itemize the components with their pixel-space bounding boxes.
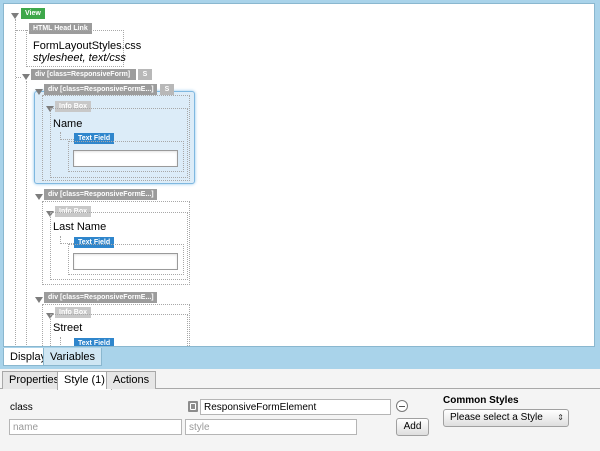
view-tag[interactable]: View [21, 8, 45, 19]
binding-icon[interactable] [188, 401, 198, 412]
style-value-input[interactable] [185, 419, 357, 435]
properties-panel: Properties Style (1) Actions class Add C… [0, 369, 600, 451]
common-styles-value: Please select a Style [450, 412, 543, 423]
element-div-tag[interactable]: div [class=ResponsiveFormE...] [44, 84, 157, 95]
tree-line [60, 337, 61, 345]
panel-tab-bar: Properties Style (1) Actions [0, 371, 600, 390]
collapse-triangle-icon[interactable] [22, 74, 30, 80]
field-label: Name [53, 118, 83, 130]
tree-line [60, 236, 61, 244]
tree-line [60, 132, 61, 140]
tree-line [60, 139, 74, 140]
tab-style[interactable]: Style (1) [57, 371, 112, 390]
collapse-triangle-icon[interactable] [35, 297, 43, 303]
class-value-field[interactable] [200, 399, 391, 415]
field-label: Street [53, 322, 83, 334]
name-text-field[interactable] [73, 150, 178, 167]
text-field-tag[interactable]: Text Field [74, 338, 115, 346]
common-styles-select[interactable]: Please select a Style ⇕ [443, 409, 569, 427]
element-div-tag[interactable]: div [class=ResponsiveFormE...] [44, 292, 157, 303]
class-label: class [10, 402, 33, 413]
head-link-href: FormLayoutStyles.css [33, 40, 142, 52]
tab-variables[interactable]: Variables [43, 348, 103, 366]
remove-icon[interactable] [396, 400, 408, 412]
style-badge[interactable]: S [160, 84, 174, 95]
style-badge[interactable]: S [138, 69, 152, 80]
tree-line [16, 77, 21, 78]
tree-line [26, 81, 27, 346]
element-div-tag[interactable]: div [class=ResponsiveFormE...] [44, 189, 157, 200]
field-label: Last Name [53, 221, 107, 233]
head-link-meta: stylesheet, text/css [33, 52, 126, 64]
add-button[interactable]: Add [396, 418, 429, 436]
tab-actions[interactable]: Actions [106, 371, 157, 389]
last-name-text-field[interactable] [73, 253, 178, 270]
style-name-input[interactable] [9, 419, 182, 435]
select-arrows-icon: ⇕ [557, 413, 564, 422]
design-canvas[interactable]: View HTML Head Link FormLayoutStyles.css… [3, 3, 595, 347]
common-styles-title: Common Styles [443, 395, 519, 406]
collapse-triangle-icon[interactable] [35, 194, 43, 200]
tree-line [15, 19, 16, 346]
designer-frame: View HTML Head Link FormLayoutStyles.css… [0, 0, 600, 369]
form-div-tag[interactable]: div [class=ResponsiveForm] [31, 69, 136, 80]
